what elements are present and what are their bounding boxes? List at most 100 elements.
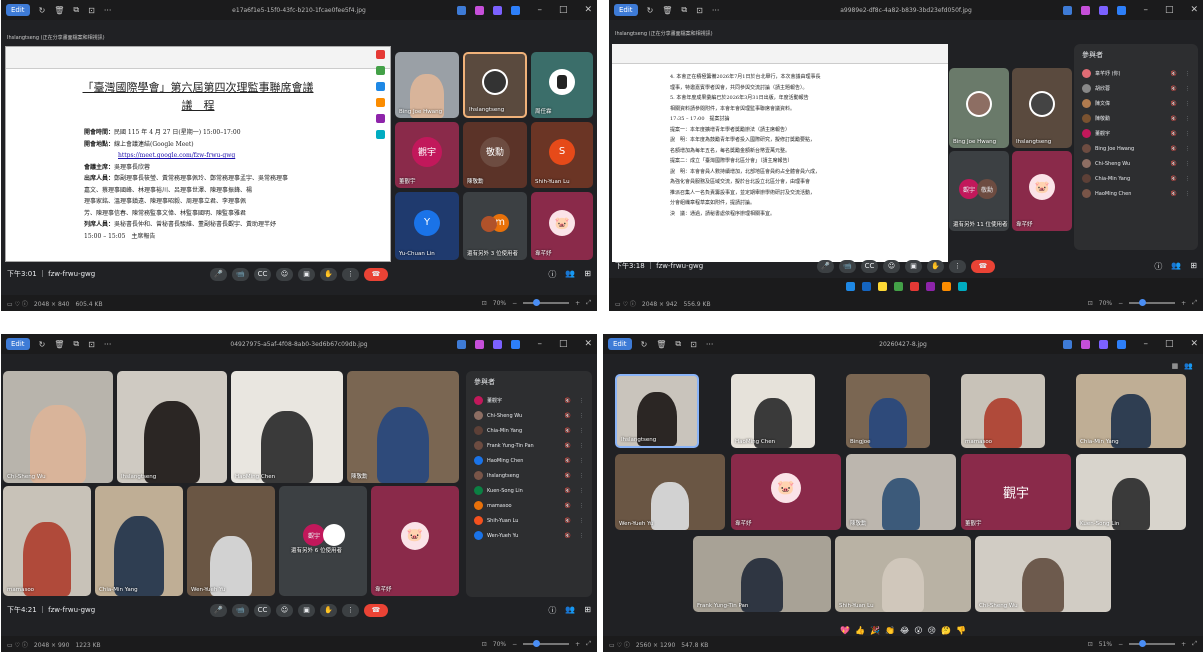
reaction-emoji[interactable]: 😂 bbox=[900, 626, 909, 635]
video-tile[interactable]: Ihslangtseng bbox=[463, 52, 527, 118]
video-tile[interactable]: Ihslangtseng bbox=[1012, 68, 1072, 148]
present-button[interactable]: ▣ bbox=[298, 267, 315, 281]
copy-icon[interactable]: ⧉ bbox=[73, 339, 79, 349]
end-call-button[interactable]: ☎ bbox=[364, 603, 388, 617]
more-icon[interactable]: ⋮ bbox=[1185, 191, 1190, 197]
zoom-in-icon[interactable]: + bbox=[575, 641, 580, 648]
video-tile[interactable]: 觀宇 敬勳 還有另外 11 位使用者 bbox=[949, 151, 1009, 231]
more-icon[interactable]: ⋮ bbox=[1185, 131, 1190, 137]
video-tile[interactable]: m 還有另外 3 位使用者 bbox=[463, 192, 527, 260]
edit-button[interactable]: Edit bbox=[6, 338, 30, 350]
info-icon[interactable]: ⓘ bbox=[1154, 261, 1162, 272]
mic-off-icon[interactable]: 🔇 bbox=[1171, 116, 1177, 122]
zoom-out-icon[interactable]: − bbox=[1118, 300, 1123, 307]
mic-off-icon[interactable]: 🔇 bbox=[565, 518, 571, 524]
video-tile[interactable]: Bing Joe Hwang bbox=[395, 52, 459, 118]
video-tile[interactable]: Kuen-Song Lin bbox=[1076, 454, 1186, 530]
more-icon[interactable]: ⋮ bbox=[579, 518, 584, 524]
close-icon[interactable]: ✕ bbox=[584, 339, 592, 349]
more-icon[interactable]: ⋮ bbox=[579, 398, 584, 404]
participant-row[interactable]: 陳文偉 🔇 ⋮ bbox=[1074, 96, 1198, 111]
video-tile[interactable]: mamasoo bbox=[3, 486, 91, 596]
people-icon[interactable]: 👥 bbox=[565, 605, 575, 616]
minimize-icon[interactable]: – bbox=[537, 5, 542, 15]
more-options-button[interactable]: ⋮ bbox=[342, 603, 359, 617]
reaction-emoji[interactable]: 🎉 bbox=[870, 626, 880, 635]
edit-button[interactable]: Edit bbox=[614, 4, 638, 16]
raise-hand-button[interactable]: ✋ bbox=[320, 267, 337, 281]
mic-off-icon[interactable]: 🔇 bbox=[1171, 86, 1177, 92]
zoom-slider[interactable] bbox=[1129, 640, 1176, 647]
more-icon[interactable]: ··· bbox=[712, 6, 720, 15]
fit-icon[interactable]: ⊡ bbox=[1088, 641, 1093, 648]
zoom-level[interactable]: 51% bbox=[1099, 641, 1112, 648]
zoom-in-icon[interactable]: + bbox=[1181, 641, 1186, 648]
camera-button[interactable]: 📹 bbox=[839, 259, 856, 273]
more-icon[interactable]: ⋮ bbox=[1185, 176, 1190, 182]
participant-row[interactable]: Shih-Yuan Lu 🔇 ⋮ bbox=[466, 513, 592, 528]
video-tile[interactable]: Frank Yung-Tin Pan bbox=[693, 536, 831, 612]
participant-row[interactable]: Chi-Sheng Wu 🔇 ⋮ bbox=[1074, 156, 1198, 171]
video-tile[interactable]: Bingjoe bbox=[846, 374, 930, 448]
more-options-button[interactable]: ⋮ bbox=[342, 267, 359, 281]
crop-icon[interactable]: ⊡ bbox=[696, 6, 703, 15]
maximize-icon[interactable]: □ bbox=[559, 5, 568, 15]
more-icon[interactable]: ··· bbox=[104, 6, 112, 15]
more-icon[interactable]: ⋮ bbox=[579, 458, 584, 464]
present-button[interactable]: ▣ bbox=[905, 259, 922, 273]
people-icon[interactable]: 👥 bbox=[565, 269, 575, 280]
copy-icon[interactable]: ⧉ bbox=[73, 5, 79, 15]
zoom-level[interactable]: 70% bbox=[493, 641, 506, 648]
video-tile[interactable]: 🐷 韋芊妤 bbox=[371, 486, 459, 596]
delete-icon[interactable]: 🗑 bbox=[54, 6, 64, 15]
video-tile[interactable]: HaoMing Chen bbox=[731, 374, 815, 448]
participant-count-icon[interactable]: 👥 bbox=[1184, 362, 1193, 370]
participant-row[interactable]: 韋芊妤 (你) 🔇 ⋮ bbox=[1074, 66, 1198, 81]
video-tile[interactable]: Ihslangtseng bbox=[117, 371, 227, 483]
more-icon[interactable]: ⋮ bbox=[579, 488, 584, 494]
fit-icon[interactable]: ⊡ bbox=[482, 300, 487, 307]
more-options-button[interactable]: ⋮ bbox=[949, 259, 966, 273]
app-icon-a[interactable] bbox=[457, 5, 467, 15]
zoom-level[interactable]: 70% bbox=[493, 300, 506, 307]
delete-icon[interactable]: 🗑 bbox=[656, 340, 666, 349]
reaction-emoji[interactable]: 👎 bbox=[956, 626, 966, 635]
mic-off-icon[interactable]: 🔇 bbox=[1171, 191, 1177, 197]
fit-icon[interactable]: ⊡ bbox=[482, 641, 487, 648]
crop-icon[interactable]: ⊡ bbox=[88, 6, 95, 15]
video-tile[interactable]: Ihslangtseng bbox=[615, 374, 699, 448]
participant-row[interactable]: 董觀宇 🔇 ⋮ bbox=[466, 393, 592, 408]
copy-icon[interactable]: ⧉ bbox=[675, 339, 681, 349]
video-tile[interactable]: Shih-Yuan Lu bbox=[835, 536, 971, 612]
mic-off-icon[interactable]: 🔇 bbox=[565, 443, 571, 449]
mic-off-icon[interactable]: 🔇 bbox=[1171, 161, 1177, 167]
captions-button[interactable]: CC bbox=[254, 267, 271, 281]
mic-off-icon[interactable]: 🔇 bbox=[565, 458, 571, 464]
zoom-slider[interactable] bbox=[523, 299, 570, 306]
rotate-icon[interactable]: ↻ bbox=[39, 340, 46, 349]
participant-row[interactable]: 董觀宇 🔇 ⋮ bbox=[1074, 126, 1198, 141]
reaction-emoji[interactable]: 💖 bbox=[840, 626, 850, 635]
copy-icon[interactable]: ⧉ bbox=[681, 5, 687, 15]
end-call-button[interactable]: ☎ bbox=[971, 259, 995, 273]
mic-off-icon[interactable]: 🔇 bbox=[565, 503, 571, 509]
video-tile[interactable]: Y Yu-Chuan Lin bbox=[395, 192, 459, 260]
maximize-icon[interactable]: □ bbox=[1165, 5, 1174, 15]
more-icon[interactable]: ··· bbox=[706, 340, 714, 349]
app-icon-b[interactable] bbox=[475, 5, 485, 15]
video-tile[interactable]: 周任霖 bbox=[531, 52, 593, 118]
mic-button[interactable]: 🎤 bbox=[210, 267, 227, 281]
mic-button[interactable]: 🎤 bbox=[817, 259, 834, 273]
video-tile[interactable]: 觀宇 董觀宇 bbox=[395, 122, 459, 188]
video-tile[interactable]: S Shih-Yuan Lu bbox=[531, 122, 593, 188]
maximize-icon[interactable]: □ bbox=[1165, 339, 1174, 349]
video-tile[interactable]: 🐷 韋芊妤 bbox=[1012, 151, 1072, 231]
zoom-in-icon[interactable]: + bbox=[1181, 300, 1186, 307]
more-icon[interactable]: ⋮ bbox=[579, 428, 584, 434]
mic-off-icon[interactable]: 🔇 bbox=[565, 473, 571, 479]
participant-row[interactable]: Ihslangtseng 🔇 ⋮ bbox=[466, 468, 592, 483]
participant-row[interactable]: Chia-Min Yang 🔇 ⋮ bbox=[1074, 171, 1198, 186]
more-icon[interactable]: ⋮ bbox=[579, 473, 584, 479]
video-tile[interactable]: Wen-Yueh Yu bbox=[187, 486, 275, 596]
zoom-slider[interactable] bbox=[1129, 299, 1176, 306]
